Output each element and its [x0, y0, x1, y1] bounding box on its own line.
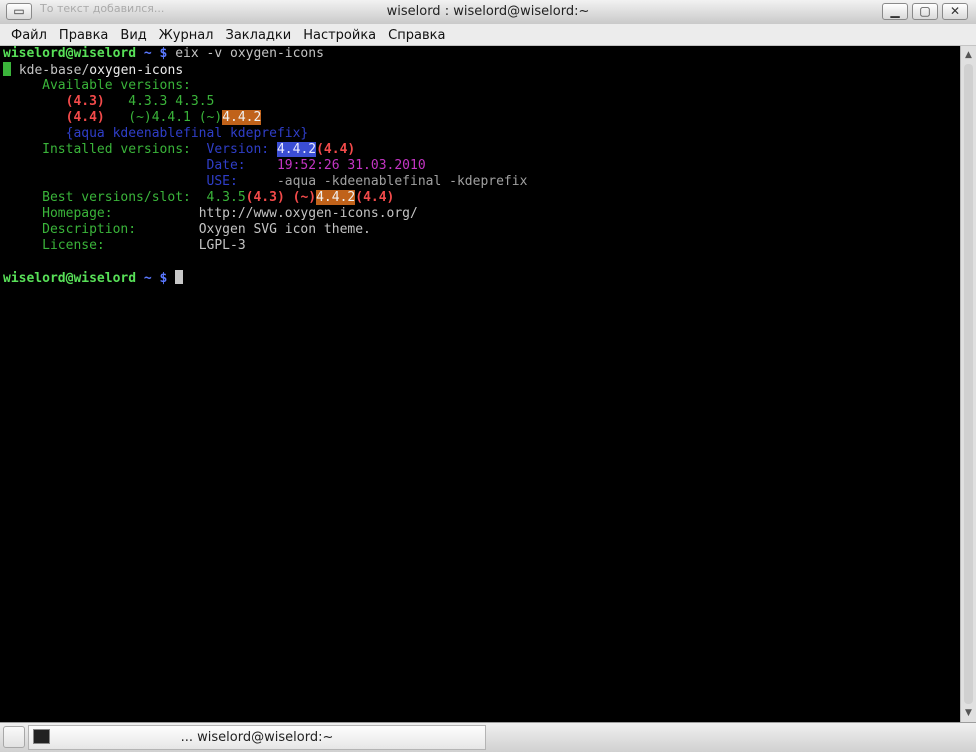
close-button[interactable]: ✕ — [942, 3, 968, 20]
scroll-track[interactable] — [964, 64, 973, 704]
taskbar: ... wiselord@wiselord:~ — [0, 722, 976, 752]
menu-file[interactable]: Файл — [5, 25, 53, 44]
maximize-button[interactable]: ▢ — [912, 3, 938, 20]
menu-bar: Файл Правка Вид Журнал Закладки Настройка Спра… — [0, 24, 976, 46]
taskbar-task-terminal[interactable]: ... wiselord@wiselord:~ — [28, 725, 486, 750]
minimize-icon: ▁ — [890, 4, 900, 18]
window-title: wiselord : wiselord@wiselord:~ — [386, 4, 590, 19]
homepage-link: http://www.oxygen-icons.org/ — [198, 206, 418, 221]
maximize-icon: ▢ — [919, 4, 931, 18]
scroll-up-icon[interactable]: ▲ — [962, 48, 975, 62]
prompt-line: wiselord@wiselord ~ $ — [3, 270, 184, 286]
minimize-button[interactable]: ▁ — [882, 3, 908, 20]
start-menu-button[interactable] — [3, 726, 25, 748]
use-flags: {aqua kdeenablefinal kdeprefix} — [65, 126, 309, 141]
menu-bookmarks[interactable]: Закладки — [220, 25, 298, 44]
menu-history[interactable]: Журнал — [153, 25, 220, 44]
menu-edit[interactable]: Правка — [53, 25, 114, 44]
title-bar[interactable]: ▭ То текст добавился... wiselord : wisel… — [0, 0, 976, 25]
text-cursor — [175, 270, 184, 284]
menu-settings[interactable]: Настройка — [297, 25, 382, 44]
package-line: kde-base/oxygen-icons — [3, 62, 183, 78]
close-icon: ✕ — [949, 4, 961, 18]
menu-view[interactable]: Вид — [114, 25, 152, 44]
available-label: Available versions: — [42, 78, 191, 93]
command-line: wiselord@wiselord ~ $ eix -v oxygen-icon… — [3, 46, 324, 61]
terminal-output[interactable]: wiselord@wiselord ~ $ eix -v oxygen-icon… — [0, 46, 960, 722]
menu-help[interactable]: Справка — [382, 25, 451, 44]
scroll-down-icon[interactable]: ▼ — [962, 706, 975, 720]
installed-marker — [3, 62, 11, 76]
vertical-scrollbar[interactable]: ▲ ▼ — [960, 46, 976, 722]
